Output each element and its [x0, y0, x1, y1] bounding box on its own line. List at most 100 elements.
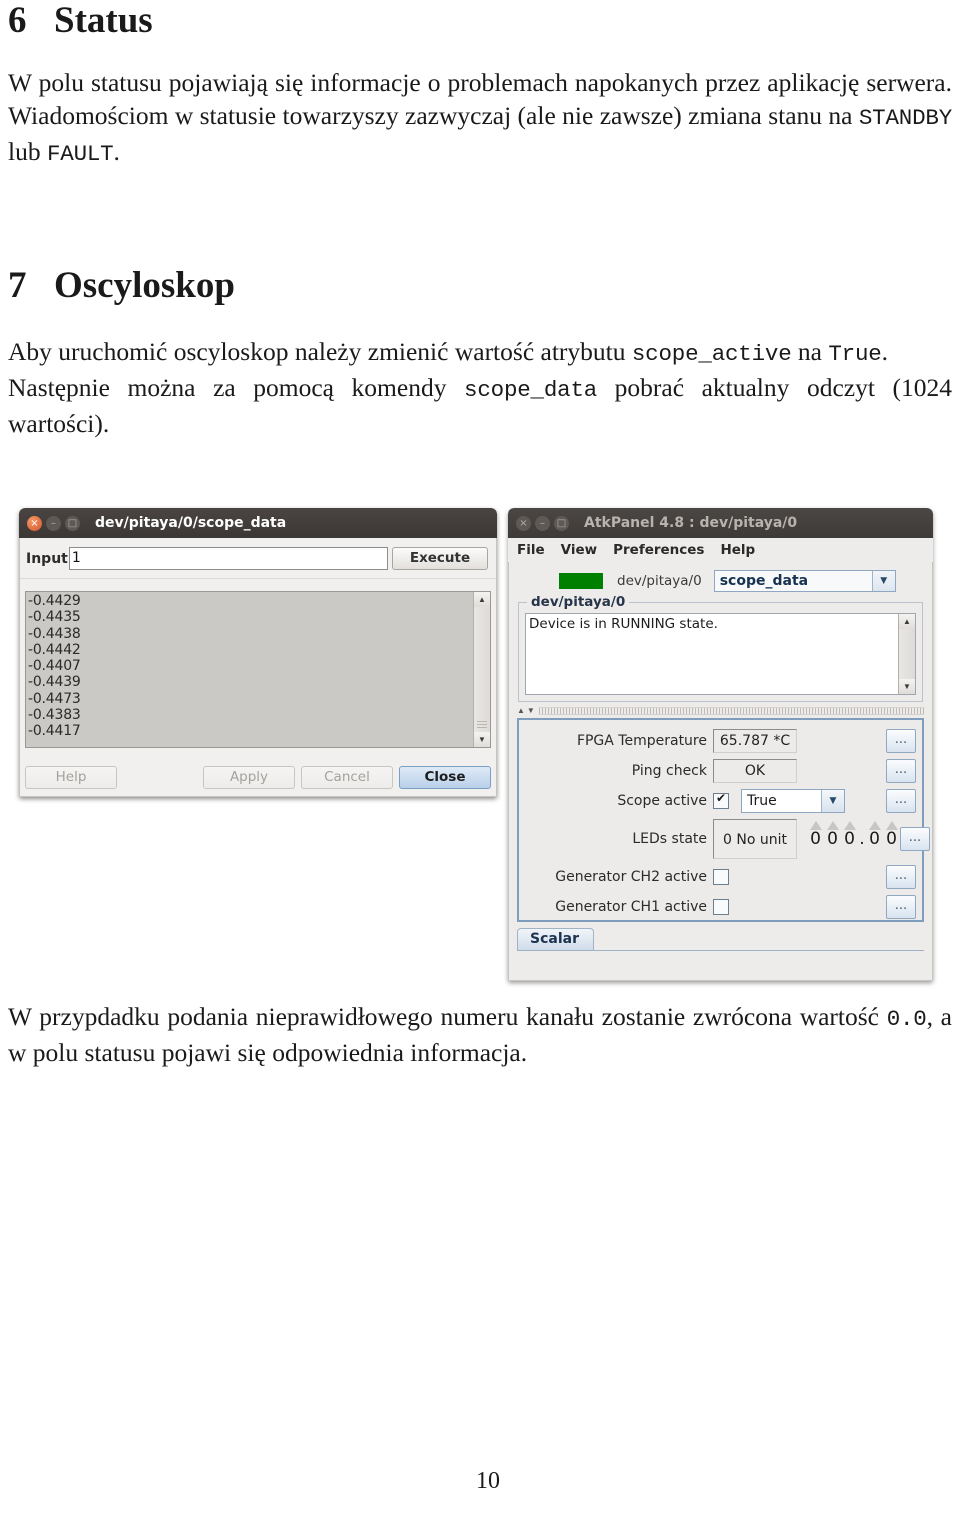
- menu-view[interactable]: View: [561, 542, 597, 558]
- spinner-digit[interactable]: 0: [883, 820, 900, 848]
- splitter-grip[interactable]: [538, 707, 924, 715]
- scope-active-checkbox[interactable]: [713, 791, 729, 809]
- list-item: -0.4417: [28, 723, 81, 740]
- table-row: LEDs state 0 No unit 0 0 0 . 0 0 ...: [525, 818, 930, 860]
- minimize-icon[interactable]: –: [46, 515, 61, 531]
- section-7-p1-mid: na: [791, 337, 829, 366]
- code-standby: STANDBY: [858, 105, 952, 131]
- spinner-up-icon[interactable]: [868, 820, 881, 830]
- attr-label: Generator CH1 active: [555, 899, 707, 915]
- section-6-paragraph-post: .: [113, 137, 120, 166]
- attr-value: 65.787 *C: [713, 729, 797, 753]
- section-6-paragraph-pre: W polu statusu pojawiają się informacje …: [8, 68, 952, 130]
- generator-ch2-checkbox[interactable]: [713, 869, 729, 885]
- code-true: True: [828, 341, 882, 367]
- section-6-heading: 6 Status: [8, 1, 153, 41]
- spinner-digit[interactable]: 0: [866, 820, 883, 848]
- atkpanel-window: × – □ AtkPanel 4.8 : dev/pitaya/0 File V…: [508, 508, 933, 981]
- attr-more-button[interactable]: ...: [886, 789, 916, 813]
- values-list: -0.4429 -0.4435 -0.4438 -0.4442 -0.4407 …: [26, 592, 473, 747]
- close-button[interactable]: Close: [399, 765, 491, 789]
- attr-more-button[interactable]: ...: [900, 827, 930, 851]
- values-listbox[interactable]: -0.4429 -0.4435 -0.4438 -0.4442 -0.4407 …: [25, 591, 491, 748]
- list-item: -0.4438: [28, 625, 81, 642]
- chevron-down-icon[interactable]: ▼: [821, 790, 844, 812]
- list-item: -0.4383: [28, 707, 81, 724]
- tab-scalar[interactable]: Scalar: [517, 928, 594, 950]
- attribute-combobox[interactable]: scope_data ▼: [713, 570, 896, 592]
- execute-button[interactable]: Execute: [392, 547, 488, 570]
- close-icon[interactable]: ×: [516, 515, 531, 531]
- close-icon[interactable]: ×: [27, 515, 42, 531]
- list-item: -0.4442: [28, 641, 81, 658]
- cancel-button[interactable]: Cancel: [301, 765, 393, 789]
- status-textbox[interactable]: Device is in RUNNING state. ▲ ▼: [525, 613, 916, 695]
- right-window-title: AtkPanel 4.8 : dev/pitaya/0: [584, 515, 798, 531]
- section-7-p1-post: .: [881, 337, 888, 366]
- attr-more-button[interactable]: ...: [886, 895, 916, 919]
- code-zero: 0.0: [886, 1006, 927, 1032]
- panel-splitter[interactable]: ▲▼: [517, 706, 924, 716]
- attr-more-button[interactable]: ...: [886, 729, 916, 753]
- attr-more-button[interactable]: ...: [886, 865, 916, 889]
- input-field[interactable]: 1: [68, 547, 388, 570]
- table-row: Ping check OK ...: [525, 758, 916, 784]
- closing-paragraph: W przypdadku podania nieprawidłowego num…: [8, 1000, 952, 1069]
- scope-active-combobox[interactable]: True ▼: [741, 789, 845, 813]
- menu-preferences[interactable]: Preferences: [613, 542, 704, 558]
- attr-label: Ping check: [631, 763, 707, 779]
- code-fault: FAULT: [46, 141, 114, 167]
- code-scope-data: scope_data: [464, 377, 598, 403]
- spinner-up-icon[interactable]: [843, 820, 856, 830]
- table-row: Scope active True ▼ ...: [525, 788, 916, 814]
- list-item: -0.4473: [28, 690, 81, 707]
- status-message: Device is in RUNNING state.: [529, 616, 718, 632]
- closing-pre: W przypdadku podania nieprawidłowego num…: [8, 1002, 887, 1031]
- values-scrollbar[interactable]: ▲ ▼: [473, 592, 490, 747]
- scroll-down-icon[interactable]: ▼: [474, 732, 490, 747]
- attr-label: FPGA Temperature: [576, 733, 707, 749]
- status-scrollbar[interactable]: ▲ ▼: [898, 614, 915, 694]
- section-7-heading: 7 Oscyloskop: [8, 265, 235, 306]
- minimize-icon[interactable]: –: [535, 515, 550, 531]
- spinner-digit[interactable]: 0: [807, 820, 824, 848]
- list-item: -0.4407: [28, 658, 81, 675]
- spinner-up-icon[interactable]: [809, 820, 822, 830]
- maximize-icon[interactable]: □: [554, 515, 569, 531]
- help-button[interactable]: Help: [25, 765, 117, 789]
- device-status-indicator: [559, 573, 603, 589]
- figure-screenshot: × – □ dev/pitaya/0/scope_data Input 1 Ex…: [0, 500, 960, 995]
- spinner-digit[interactable]: 0: [841, 820, 858, 848]
- section-7-title: Oscyloskop: [54, 265, 235, 306]
- scroll-down-icon[interactable]: ▼: [899, 679, 915, 694]
- spinner-up-icon[interactable]: [885, 820, 898, 830]
- menu-help[interactable]: Help: [720, 542, 755, 558]
- scroll-up-icon[interactable]: ▲: [474, 592, 490, 607]
- attributes-panel: FPGA Temperature 65.787 *C ... Ping chec…: [517, 718, 930, 922]
- section-6-paragraph: W polu statusu pojawiają się informacje …: [8, 66, 952, 171]
- list-item: -0.4435: [28, 609, 81, 626]
- spinner-up-icon[interactable]: [826, 820, 839, 830]
- page-number: 10: [476, 1468, 500, 1494]
- attr-more-button[interactable]: ...: [886, 759, 916, 783]
- apply-button[interactable]: Apply: [203, 765, 295, 789]
- status-group-title: dev/pitaya/0: [527, 594, 630, 610]
- splitter-collapse-icons[interactable]: ▲▼: [517, 707, 537, 715]
- menu-file[interactable]: File: [517, 542, 545, 558]
- maximize-icon[interactable]: □: [65, 515, 80, 531]
- attribute-combobox-value: scope_data: [719, 573, 809, 589]
- scrollbar-grip[interactable]: [477, 721, 487, 730]
- attr-value: OK: [713, 759, 797, 783]
- right-window-titlebar[interactable]: × – □ AtkPanel 4.8 : dev/pitaya/0: [508, 508, 933, 538]
- scope-active-combobox-value: True: [747, 793, 777, 809]
- section-6-paragraph-mid: lub: [8, 137, 47, 166]
- left-window-titlebar[interactable]: × – □ dev/pitaya/0/scope_data: [19, 508, 497, 538]
- generator-ch1-checkbox[interactable]: [713, 899, 729, 915]
- leds-state-spinner[interactable]: 0 0 0 . 0 0: [807, 820, 900, 848]
- scope-data-dialog-window: × – □ dev/pitaya/0/scope_data Input 1 Ex…: [19, 508, 497, 797]
- chevron-down-icon[interactable]: ▼: [871, 571, 895, 591]
- input-row: Input 1 Execute: [20, 538, 496, 579]
- scroll-up-icon[interactable]: ▲: [899, 614, 915, 629]
- section-7-p2-pre: Następnie można za pomocą komendy: [8, 373, 465, 402]
- spinner-digit[interactable]: 0: [824, 820, 841, 848]
